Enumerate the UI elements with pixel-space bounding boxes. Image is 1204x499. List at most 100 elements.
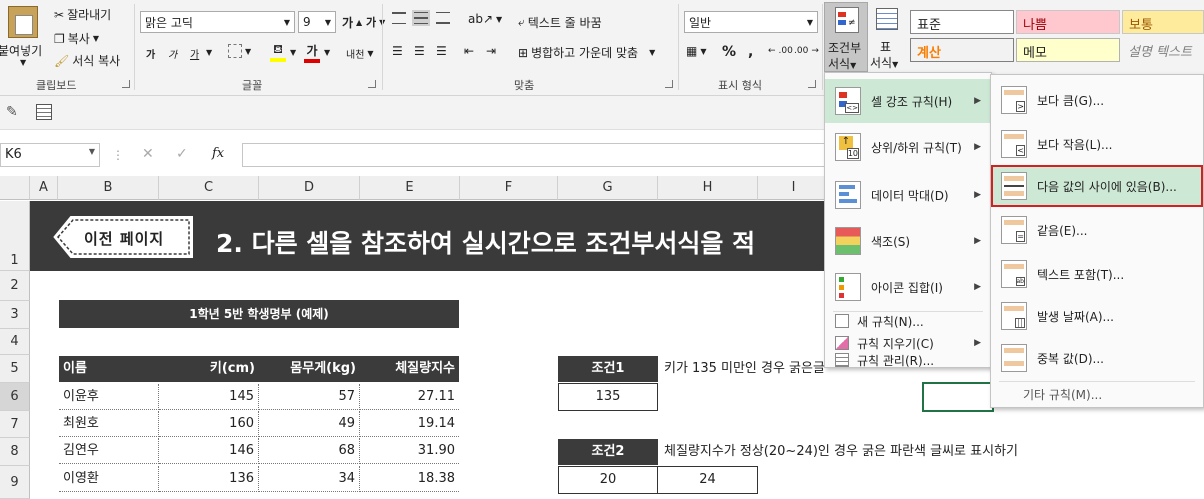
style-neutral[interactable]: 보통 xyxy=(1122,10,1204,34)
style-calculation[interactable]: 계산 xyxy=(910,38,1014,62)
table-cell[interactable]: 34 xyxy=(259,466,360,492)
orientation-button[interactable]: ab↗ ▼ xyxy=(468,12,502,26)
name-box[interactable]: K6 ▼ xyxy=(0,143,100,167)
row-header[interactable]: 2 xyxy=(0,271,30,301)
cut-button[interactable]: ✂ 잘라내기 xyxy=(54,6,111,23)
insert-function-button[interactable]: fx xyxy=(212,146,224,161)
bold-button[interactable]: 가 xyxy=(146,46,155,61)
dialog-launcher-icon[interactable] xyxy=(665,80,673,88)
align-center-button[interactable]: ☰ xyxy=(414,44,425,58)
font-size-select[interactable]: 9 ▼ xyxy=(298,11,336,33)
submenu-item-less-than[interactable]: < 보다 작음(L)... xyxy=(991,123,1203,165)
column-header[interactable]: D xyxy=(259,176,360,200)
menu-item-icon-sets[interactable]: 아이콘 집합(I) ▶ xyxy=(825,265,991,309)
table-cell[interactable]: 49 xyxy=(259,411,360,437)
style-normal[interactable]: 표준 xyxy=(910,10,1014,34)
menu-item-top-bottom[interactable]: ↑ 10 상위/하위 규칙(T) ▶ xyxy=(825,125,991,169)
table-cell[interactable]: 68 xyxy=(259,438,360,464)
conditional-formatting-button[interactable]: ≠ 조건부 서식▼ xyxy=(824,2,868,72)
submenu-item-duplicate-values[interactable]: 중복 값(D)... xyxy=(991,337,1203,379)
table-cell[interactable]: 최원호 xyxy=(59,411,159,437)
fill-color-dropdown[interactable]: ▼ xyxy=(290,48,296,57)
row-header[interactable]: 3 xyxy=(0,301,30,329)
row-header[interactable]: 5 xyxy=(0,355,30,383)
row-header[interactable]: 1 xyxy=(0,201,30,271)
format-painter-button[interactable]: 🖌 서식 복사 xyxy=(54,52,120,69)
menu-item-data-bars[interactable]: 데이터 막대(D) ▶ xyxy=(825,173,991,217)
row-header[interactable]: 8 xyxy=(0,438,30,466)
copy-button[interactable]: ❐ 복사 ▼ xyxy=(54,30,99,47)
condition2-value-max[interactable]: 24 xyxy=(657,466,758,494)
column-header[interactable]: G xyxy=(558,176,658,200)
row-header[interactable]: 9 xyxy=(0,466,30,499)
border-button[interactable]: ▼ xyxy=(228,44,251,58)
table-cell[interactable]: 57 xyxy=(259,384,360,410)
underline-dropdown[interactable]: ▼ xyxy=(206,48,212,57)
submenu-item-date-occurring[interactable]: 발생 날짜(A)... xyxy=(991,295,1203,337)
menu-item-highlight-cells[interactable]: <> 셀 강조 규칙(H) ▶ xyxy=(825,79,991,123)
column-header[interactable]: C xyxy=(159,176,259,200)
accounting-format-button[interactable]: ▦ ▼ xyxy=(686,44,707,58)
row-header[interactable]: 6 xyxy=(0,383,30,411)
column-header[interactable]: E xyxy=(360,176,460,200)
table-cell[interactable]: 이윤후 xyxy=(59,384,159,410)
submenu-item-between[interactable]: 다음 값의 사이에 있음(B)... xyxy=(991,165,1203,207)
comma-button[interactable]: , xyxy=(748,44,753,60)
table-cell[interactable]: 18.38 xyxy=(360,466,459,492)
condition2-value-min[interactable]: 20 xyxy=(558,466,658,494)
menu-item-manage-rules[interactable]: 규칙 관리(R)... xyxy=(825,353,991,368)
paste-button[interactable]: 붙여넣기 ▼ xyxy=(0,4,48,70)
submenu-item-more-rules[interactable]: 기타 규칙(M)... xyxy=(1023,386,1102,403)
style-explanatory[interactable]: 설명 텍스트 xyxy=(1122,38,1204,62)
align-bottom-button[interactable] xyxy=(436,12,450,24)
menu-item-color-scales[interactable]: 색조(S) ▶ xyxy=(825,219,991,263)
wrap-text-button[interactable]: ⤶ 텍스트 줄 바꿈 xyxy=(518,14,602,31)
align-right-button[interactable]: ☰ xyxy=(436,44,447,58)
table-cell[interactable]: 31.90 xyxy=(360,438,459,464)
cancel-icon[interactable]: ✕ xyxy=(142,146,154,162)
italic-button[interactable]: 가 xyxy=(168,46,177,61)
menu-item-new-rule[interactable]: 새 규칙(N)... xyxy=(825,309,991,333)
table-cell[interactable]: 27.11 xyxy=(360,384,459,410)
font-color-dropdown[interactable]: ▼ xyxy=(324,48,330,57)
font-color-button[interactable]: 가 xyxy=(304,42,320,63)
grow-font-button[interactable]: 가 ▲ xyxy=(342,14,362,31)
dialog-launcher-icon[interactable] xyxy=(808,80,816,88)
submenu-item-equal-to[interactable]: = 같음(E)... xyxy=(991,209,1203,251)
table-cell[interactable]: 김연우 xyxy=(59,438,159,464)
submenu-item-text-contains[interactable]: ab 텍스트 포함(T)... xyxy=(991,253,1203,295)
row-header[interactable]: 7 xyxy=(0,411,30,438)
align-top-button[interactable] xyxy=(392,12,406,24)
selected-cell[interactable] xyxy=(922,382,994,412)
column-header[interactable]: H xyxy=(658,176,758,200)
column-header[interactable]: B xyxy=(58,176,159,200)
decrease-indent-button[interactable]: ⇤ xyxy=(464,44,474,58)
align-left-button[interactable]: ☰ xyxy=(392,44,403,58)
table-cell[interactable]: 145 xyxy=(159,384,259,410)
increase-decimal-button[interactable]: ← .00 xyxy=(768,46,793,56)
decrease-decimal-button[interactable]: .00 → xyxy=(794,46,819,56)
dialog-launcher-icon[interactable] xyxy=(122,80,130,88)
align-middle-button[interactable] xyxy=(412,10,430,26)
table-cell[interactable]: 136 xyxy=(159,466,259,492)
format-as-table-button[interactable]: 표 서식▼ xyxy=(868,2,908,72)
table-cell[interactable]: 160 xyxy=(159,411,259,437)
phonetic-button[interactable]: 내천 ▼ xyxy=(346,46,374,61)
number-format-select[interactable]: 일반 ▼ xyxy=(684,11,818,33)
dialog-launcher-icon[interactable] xyxy=(368,80,376,88)
form-icon[interactable] xyxy=(36,104,52,120)
brush-icon[interactable]: ✎ xyxy=(6,104,18,120)
style-note[interactable]: 메모 xyxy=(1016,38,1120,62)
percent-button[interactable]: % xyxy=(722,44,736,60)
increase-indent-button[interactable]: ⇥ xyxy=(486,44,496,58)
condition1-value[interactable]: 135 xyxy=(558,383,658,411)
table-cell[interactable]: 이영환 xyxy=(59,466,159,492)
font-name-select[interactable]: 맑은 고딕 ▼ xyxy=(140,11,295,33)
submenu-item-greater-than[interactable]: > 보다 큼(G)... xyxy=(991,79,1203,121)
column-header[interactable]: I xyxy=(758,176,830,200)
underline-button[interactable]: 가 xyxy=(190,46,199,61)
enter-icon[interactable]: ✓ xyxy=(176,146,188,162)
merge-center-button[interactable]: ⊞ 병합하고 가운데 맞춤 ▼ xyxy=(518,44,655,61)
fill-color-button[interactable]: ⛾ xyxy=(270,42,286,62)
column-header[interactable]: A xyxy=(30,176,58,200)
